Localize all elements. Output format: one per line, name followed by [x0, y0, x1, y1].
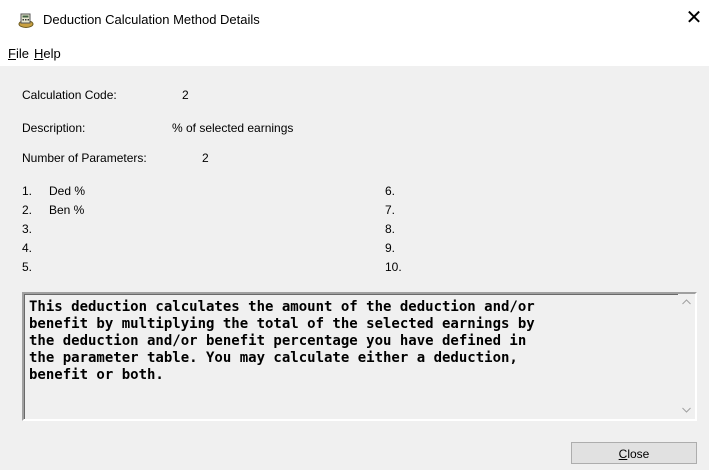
window-title: Deduction Calculation Method Details — [43, 12, 260, 27]
param-1-number: 1. — [22, 184, 33, 198]
menu-help-label: elp — [43, 46, 61, 61]
dialog-window: Deduction Calculation Method Details ✕ F… — [0, 0, 709, 470]
param-10-number: 10. — [385, 260, 402, 274]
menu-file[interactable]: File — [8, 46, 29, 61]
param-5-number: 5. — [22, 260, 33, 274]
param-3-number: 3. — [22, 222, 33, 236]
menu-help[interactable]: Help — [34, 46, 61, 61]
param-4-number: 4. — [22, 241, 33, 255]
param-8-number: 8. — [385, 222, 396, 236]
chevron-down-icon[interactable] — [678, 402, 695, 419]
calc-code-value: 2 — [182, 88, 189, 102]
dialog-content: Calculation Code: 2 Description: % of se… — [0, 66, 709, 470]
num-params-label: Number of Parameters: — [22, 151, 147, 165]
param-2-number: 2. — [22, 203, 33, 217]
close-button-label: lose — [627, 447, 650, 461]
param-7-number: 7. — [385, 203, 396, 217]
calculator-money-icon — [17, 11, 35, 29]
param-1-name: Ded % — [49, 184, 86, 198]
description-memo[interactable]: This deduction calculates the amount of … — [22, 292, 697, 421]
window-close-icon[interactable]: ✕ — [683, 7, 705, 29]
menu-bar: File Help — [0, 36, 709, 66]
description-value: % of selected earnings — [172, 121, 294, 135]
param-9-number: 9. — [385, 241, 396, 255]
description-label: Description: — [22, 121, 86, 135]
param-6-number: 6. — [385, 184, 396, 198]
menu-file-accel: F — [8, 46, 16, 61]
chevron-up-icon[interactable] — [678, 294, 695, 311]
title-bar[interactable]: Deduction Calculation Method Details ✕ — [0, 0, 709, 36]
num-params-value: 2 — [202, 151, 209, 165]
calc-code-label: Calculation Code: — [22, 88, 117, 102]
close-button[interactable]: Close — [571, 442, 697, 464]
menu-help-accel: H — [34, 46, 44, 61]
menu-file-label: ile — [15, 46, 29, 61]
memo-text: This deduction calculates the amount of … — [29, 299, 535, 383]
param-2-name: Ben % — [49, 203, 85, 217]
memo-scrollbar[interactable] — [678, 294, 695, 419]
